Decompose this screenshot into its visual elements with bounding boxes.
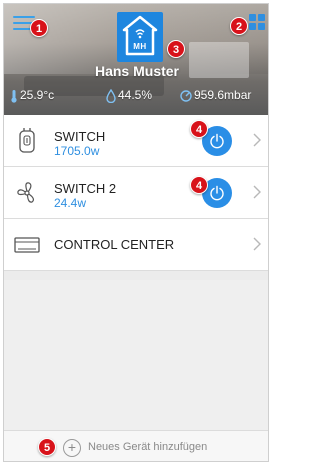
device-list: SWITCH 1705.0w SWITCH 2 24.4w CONTROL CE… bbox=[4, 115, 268, 271]
device-power: 24.4w bbox=[54, 196, 87, 210]
app-frame: MH Hans Muster 25.9°c 44.5% 959.6mbar SW… bbox=[3, 3, 269, 462]
pressure-value: 959.6mbar bbox=[194, 88, 252, 102]
device-row-switch[interactable]: SWITCH 1705.0w bbox=[4, 115, 268, 167]
annotation-badge-5: 5 bbox=[38, 438, 56, 456]
humidity-value: 44.5% bbox=[118, 88, 153, 102]
add-device-label: Neues Gerät hinzufügen bbox=[88, 441, 208, 453]
sensor-stats: 25.9°c 44.5% 959.6mbar bbox=[4, 84, 268, 106]
chevron-right-icon[interactable] bbox=[252, 184, 262, 200]
annotation-badge-2: 2 bbox=[230, 17, 248, 35]
chevron-right-icon[interactable] bbox=[252, 132, 262, 148]
user-name: Hans Muster bbox=[94, 63, 180, 79]
annotation-badge-3: 3 bbox=[167, 40, 185, 58]
house-icon bbox=[122, 15, 158, 56]
annotation-badge-4b: 4 bbox=[190, 176, 208, 194]
plus-icon: + bbox=[63, 439, 81, 457]
device-power: 1705.0w bbox=[54, 144, 100, 158]
device-row-control-center[interactable]: CONTROL CENTER bbox=[4, 219, 268, 271]
droplet-icon bbox=[106, 88, 116, 103]
power-icon bbox=[210, 133, 224, 149]
device-name: SWITCH bbox=[54, 129, 106, 144]
device-name: CONTROL CENTER bbox=[54, 237, 175, 252]
annotation-badge-4: 4 bbox=[190, 120, 208, 138]
hub-icon bbox=[14, 237, 40, 253]
fan-icon bbox=[17, 182, 35, 203]
temperature-stat: 25.9°c bbox=[10, 86, 54, 104]
device-row-switch-2[interactable]: SWITCH 2 24.4w bbox=[4, 167, 268, 219]
temperature-value: 25.9°c bbox=[20, 88, 55, 102]
app-logo: MH bbox=[117, 12, 163, 62]
chevron-right-icon[interactable] bbox=[252, 236, 262, 252]
pressure-stat: 959.6mbar bbox=[180, 86, 251, 104]
pressure-icon bbox=[180, 90, 192, 102]
device-name: SWITCH 2 bbox=[54, 181, 117, 196]
thermometer-icon bbox=[11, 89, 17, 103]
logo-text: MH bbox=[133, 42, 147, 51]
annotation-badge-1: 1 bbox=[30, 19, 48, 37]
grid-view-icon[interactable] bbox=[249, 14, 267, 32]
empty-area bbox=[4, 280, 268, 430]
humidity-stat: 44.5% bbox=[106, 86, 152, 104]
power-icon bbox=[210, 185, 224, 201]
plug-icon bbox=[19, 128, 35, 153]
